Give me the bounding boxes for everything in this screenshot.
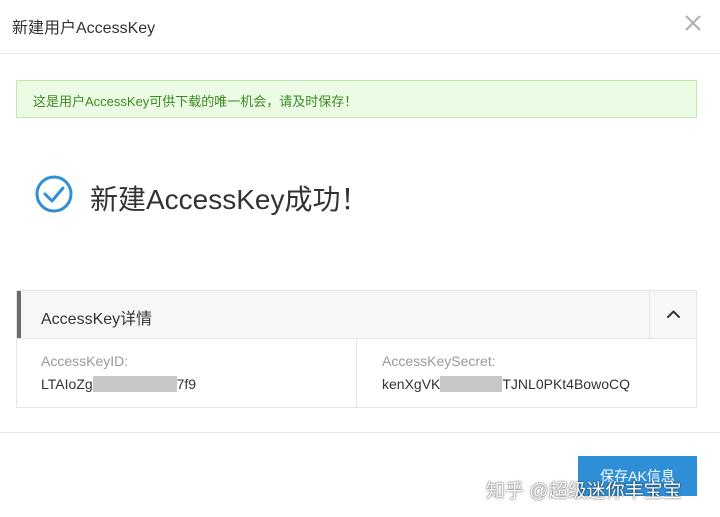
close-icon [685, 15, 701, 31]
accesskey-dialog: 新建用户AccessKey 这是用户AccessKey可供下载的唯一机会，请及时… [0, 0, 720, 517]
accesskey-details-panel: AccessKey详情 AccessKeyID: LTAIoZg 7f9 Acce… [16, 290, 697, 408]
accesskey-secret-value-start: kenXgVK [382, 376, 441, 393]
details-panel-header: AccessKey详情 [17, 291, 696, 339]
accesskey-secret-cell: AccessKeySecret: kenXgVK TJNL0PKt4BowoCQ [358, 339, 696, 407]
dialog-header: 新建用户AccessKey [0, 0, 720, 54]
notice-text: 这是用户AccessKey可供下载的唯一机会，请及时保存！ [33, 94, 358, 109]
panel-accent-bar [17, 291, 21, 338]
chevron-up-icon [667, 310, 680, 318]
download-notice: 这是用户AccessKey可供下载的唯一机会，请及时保存！ [16, 80, 697, 118]
footer-divider [0, 432, 720, 433]
accesskey-secret-value[interactable]: kenXgVK TJNL0PKt4BowoCQ [382, 375, 630, 393]
accesskey-id-label: AccessKeyID: [41, 353, 129, 369]
details-panel-title: AccessKey详情 [41, 311, 153, 328]
success-text: 新建AccessKey成功！ [90, 184, 369, 215]
accesskey-id-value[interactable]: LTAIoZg 7f9 [41, 375, 197, 393]
dialog-title: 新建用户AccessKey [12, 20, 156, 37]
accesskey-id-value-start: LTAIoZg [41, 376, 93, 393]
collapse-toggle-button[interactable] [649, 291, 696, 338]
accesskey-secret-value-end: TJNL0PKt4BowoCQ [502, 376, 630, 393]
check-circle-icon [34, 174, 74, 214]
redaction-mask [440, 376, 503, 393]
accesskey-id-value-end: 7f9 [176, 376, 197, 393]
accesskey-secret-label: AccessKeySecret: [382, 353, 496, 369]
redaction-mask [92, 376, 177, 393]
save-ak-button[interactable]: 保存AK信息 [578, 456, 697, 496]
close-button[interactable] [680, 10, 706, 36]
accesskey-id-cell: AccessKeyID: LTAIoZg 7f9 [17, 339, 357, 407]
